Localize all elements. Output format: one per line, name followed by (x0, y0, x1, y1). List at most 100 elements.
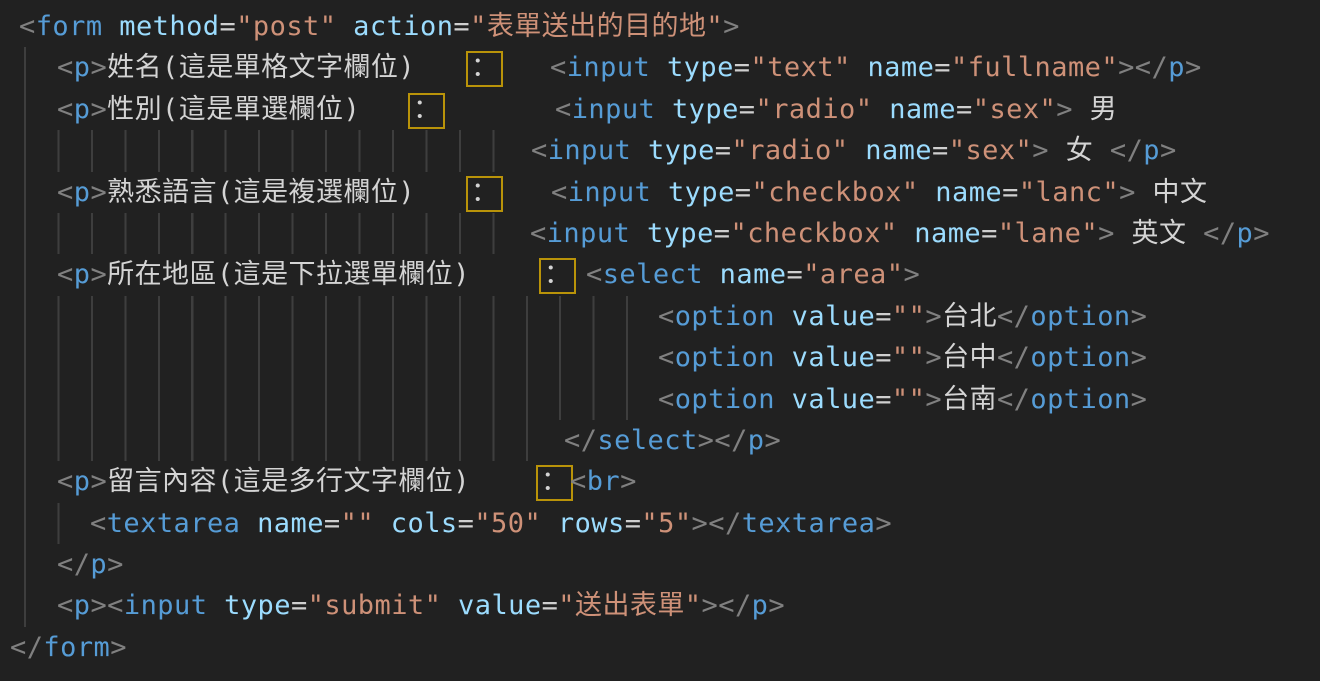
code-token (872, 94, 889, 125)
indent-guide (24, 89, 27, 130)
code-token: < (658, 384, 675, 415)
code-segment: </form> (10, 627, 127, 668)
code-segment: <p>熟悉語言(這是複選欄位) (57, 172, 415, 213)
code-token: type (647, 218, 714, 249)
code-token: < (570, 466, 587, 497)
indent-guide (24, 461, 27, 502)
code-token: p (90, 549, 107, 580)
code-token: "post" (236, 11, 336, 42)
code-token: "送出表單" (558, 590, 701, 621)
code-token: > (90, 94, 107, 125)
code-token: > (90, 177, 107, 208)
code-token (898, 218, 915, 249)
code-token: = (787, 259, 804, 290)
code-token: > (1131, 301, 1148, 332)
code-token: 英文 (1115, 218, 1203, 249)
code-token: 台中 (942, 342, 997, 373)
code-token: option (675, 342, 775, 373)
code-token: rows (558, 508, 625, 539)
code-token: 台北 (942, 301, 997, 332)
code-token: "" (341, 508, 374, 539)
code-token: name (720, 259, 787, 290)
code-token: = (735, 177, 752, 208)
code-token: "lane" (998, 218, 1098, 249)
code-token: value (458, 590, 542, 621)
code-token: </ (997, 301, 1030, 332)
code-token: = (1002, 177, 1019, 208)
code-token: > (875, 508, 892, 539)
code-token: = (956, 94, 973, 125)
code-token: textarea (742, 508, 876, 539)
code-token (336, 11, 353, 42)
indent-guide (24, 254, 27, 295)
code-token: name (935, 177, 1002, 208)
code-line: </select></p> (0, 420, 1320, 461)
code-token (240, 508, 257, 539)
code-token: "" (892, 301, 925, 332)
code-token: "checkbox" (752, 177, 919, 208)
code-token: p (74, 94, 91, 125)
code-editor[interactable]: <form method="post" action="表單送出的目的地"><p… (0, 0, 1320, 681)
code-line: <p><input type="submit" value="送出表單"></p… (0, 585, 1320, 626)
code-token: option (675, 301, 775, 332)
code-token: > (768, 590, 785, 621)
code-token: < (550, 52, 567, 83)
code-token: = (453, 11, 470, 42)
code-line: <form method="post" action="表單送出的目的地"> (0, 6, 1320, 47)
code-token: > (702, 590, 719, 621)
code-token: = (714, 218, 731, 249)
code-token: < (658, 342, 675, 373)
code-segment: <select name="area"> (586, 254, 920, 295)
code-segment: <br> (570, 461, 637, 502)
code-token: > (110, 632, 127, 663)
code-token: = (981, 218, 998, 249)
code-token: option (1030, 342, 1130, 373)
code-token: p (1237, 218, 1254, 249)
code-token: "" (892, 342, 925, 373)
code-token (541, 508, 558, 539)
unicode-highlight-box: ： (408, 93, 445, 129)
code-token (441, 590, 458, 621)
code-token: "area" (803, 259, 903, 290)
code-token: > (1056, 94, 1073, 125)
code-token: > (1119, 177, 1136, 208)
code-segment: <input type="radio" name="sex"> 男 (555, 89, 1117, 130)
code-token: input (567, 52, 651, 83)
code-token: method (119, 11, 219, 42)
code-token: select (597, 425, 697, 456)
code-token: </ (1110, 135, 1143, 166)
code-token: p (74, 177, 91, 208)
code-token: 女 (1049, 135, 1110, 166)
code-segment: <form method="post" action="表單送出的目的地"> (19, 6, 740, 47)
code-token: "sex" (973, 94, 1057, 125)
code-token: p (74, 590, 91, 621)
code-token: </ (57, 549, 90, 580)
code-token: < (658, 301, 675, 332)
indent-guide (24, 337, 629, 378)
code-token: name (865, 135, 932, 166)
code-token: "sex" (949, 135, 1033, 166)
code-token: > (723, 11, 740, 42)
indent-guide (24, 420, 529, 461)
code-token (630, 218, 647, 249)
code-token: "checkbox" (731, 218, 898, 249)
code-token: </ (718, 590, 751, 621)
code-token: = (220, 11, 237, 42)
code-token: = (875, 301, 892, 332)
code-token: p (752, 590, 769, 621)
code-token: = (739, 94, 756, 125)
indent-guide (24, 130, 495, 171)
code-token: > (1032, 135, 1049, 166)
code-line: <p>性別(這是單選欄位)：<input type="radio" name="… (0, 89, 1320, 130)
code-token: = (875, 342, 892, 373)
code-token: > (90, 52, 107, 83)
code-token: > (925, 301, 942, 332)
code-token: > (1131, 342, 1148, 373)
code-line: <p>所在地區(這是下拉選單欄位)：<select name="area"> (0, 254, 1320, 295)
code-token: = (934, 52, 951, 83)
code-token: > (698, 425, 715, 456)
code-token: 台南 (942, 384, 997, 415)
code-token: < (57, 177, 74, 208)
code-line: <input type="checkbox" name="lane"> 英文 <… (0, 213, 1320, 254)
code-segment: <input type="text" name="fullname"></p> (550, 47, 1202, 88)
